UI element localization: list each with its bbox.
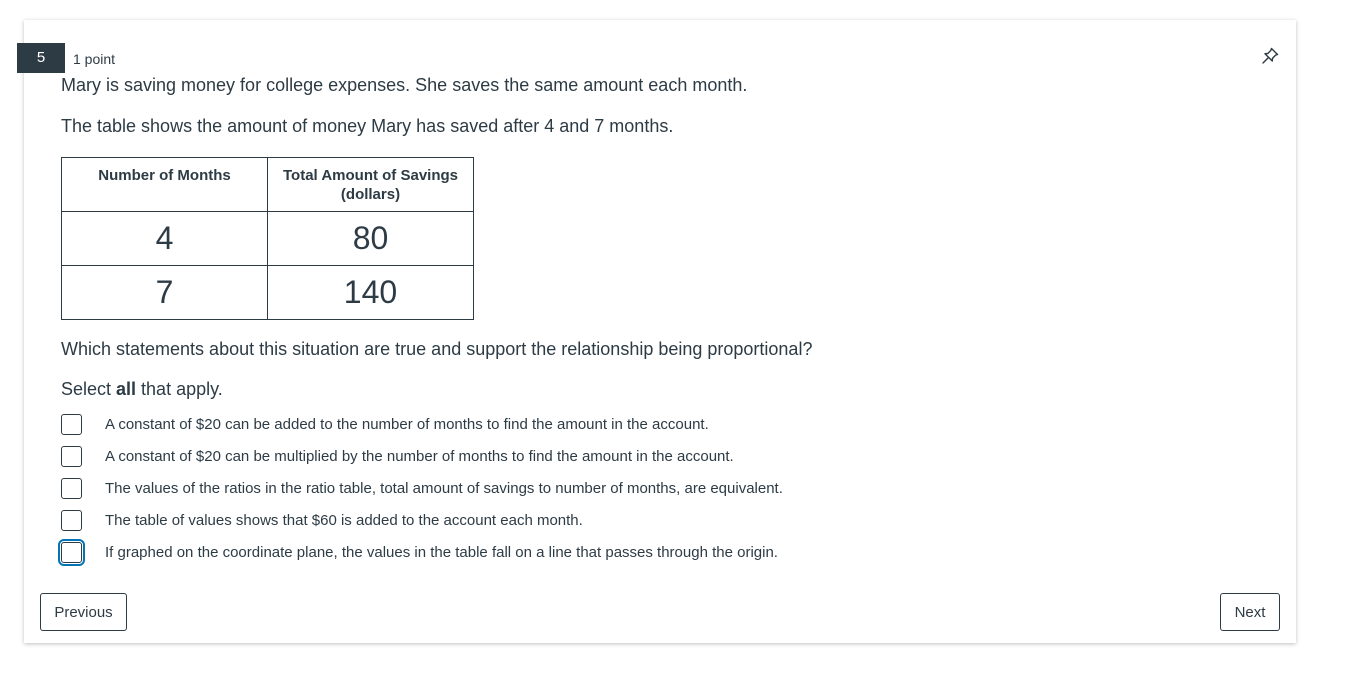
option-label[interactable]: The table of values shows that $60 is ad… [105,512,583,529]
option-label[interactable]: If graphed on the coordinate plane, the … [105,544,778,561]
table-row: 7 140 [61,265,474,320]
instruction-bold: all [116,379,137,399]
answer-option[interactable]: The values of the ratios in the ratio ta… [61,472,961,504]
table-row: 4 80 [61,211,474,266]
option-label[interactable]: A constant of $20 can be added to the nu… [105,416,709,433]
next-button[interactable]: Next [1220,593,1280,631]
table-cell: 7 [61,265,268,320]
instruction-post: that apply. [136,379,223,399]
table-cell: 80 [267,211,474,266]
option-checkbox[interactable] [61,445,82,467]
option-label[interactable]: A constant of $20 can be multiplied by t… [105,448,734,465]
table-cell: 140 [267,265,474,320]
question-points: 1 point [73,51,116,67]
pin-icon[interactable] [1260,46,1280,66]
question-intro-line1: Mary is saving money for college expense… [61,75,748,95]
answer-option[interactable]: A constant of $20 can be added to the nu… [61,408,961,440]
question-instruction: Select all that apply. [61,379,223,400]
answer-option[interactable]: The table of values shows that $60 is ad… [61,504,961,536]
table-cell: 4 [61,211,268,266]
question-number-badge: 5 [17,43,65,73]
previous-button[interactable]: Previous [40,593,127,631]
option-checkbox[interactable] [61,477,82,499]
question-card: 5 1 point Mary is saving money for colle… [17,20,1296,643]
instruction-pre: Select [61,379,117,399]
option-checkbox[interactable] [61,413,82,435]
answer-options: A constant of $20 can be added to the nu… [58,408,961,568]
option-checkbox[interactable] [58,538,85,566]
question-prompt: Which statements about this situation ar… [61,339,813,359]
savings-table: Number of Months Total Amount of Savings… [61,157,474,320]
question-intro-line2: The table shows the amount of money Mary… [61,116,674,136]
table-header-row: Number of Months Total Amount of Savings… [61,157,474,212]
table-header-months: Number of Months [61,157,268,212]
answer-option[interactable]: If graphed on the coordinate plane, the … [58,536,961,568]
answer-option[interactable]: A constant of $20 can be multiplied by t… [61,440,961,472]
option-checkbox[interactable] [61,509,82,531]
table-header-savings: Total Amount of Savings (dollars) [267,157,474,212]
option-label[interactable]: The values of the ratios in the ratio ta… [105,480,783,497]
